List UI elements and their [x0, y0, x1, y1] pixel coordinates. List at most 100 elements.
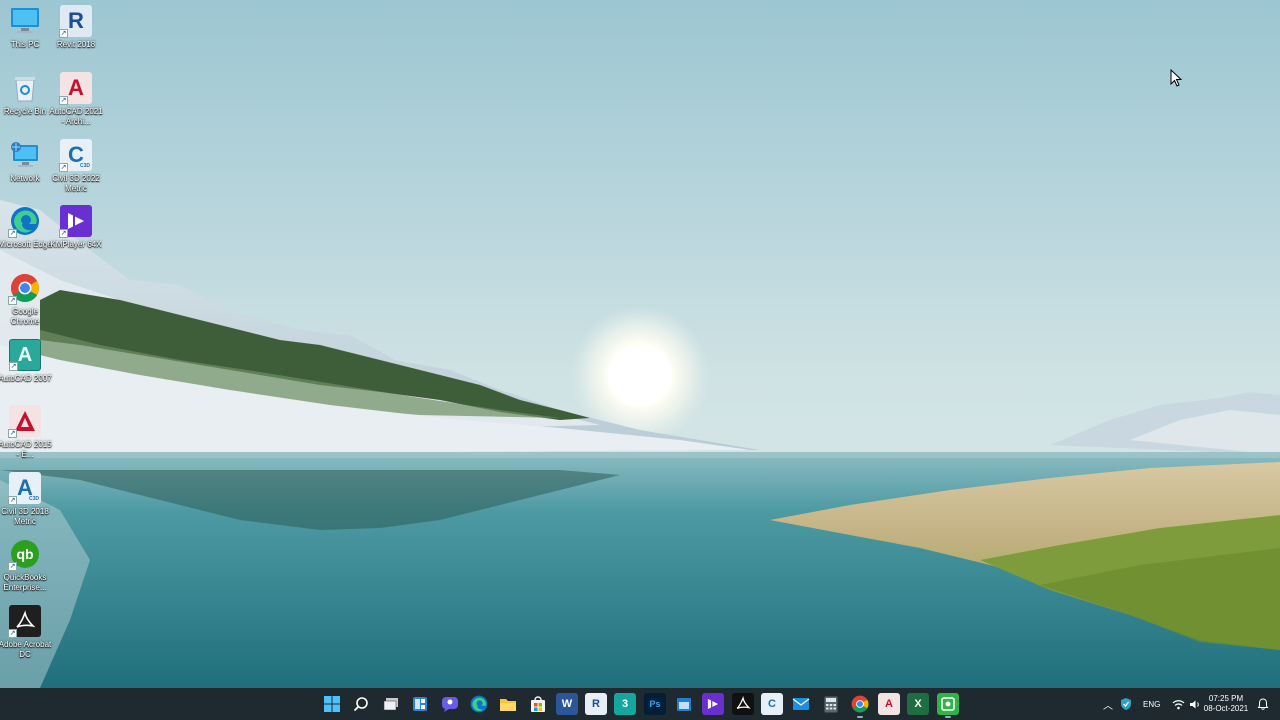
svg-text:qb: qb	[16, 546, 33, 562]
store-taskbar[interactable]	[527, 693, 549, 715]
chrome-icon: ↗	[8, 272, 41, 305]
photoshop-taskbar[interactable]: Ps	[644, 693, 666, 715]
chat-icon	[442, 697, 458, 712]
system-tray: ︿ ENG	[1101, 688, 1201, 720]
desktop-icon-label: AutoCAD 2007	[0, 374, 52, 383]
chrome-icon	[851, 695, 869, 713]
security-shield-icon[interactable]	[1119, 697, 1133, 711]
search-button[interactable]	[350, 693, 372, 715]
camtasia-taskbar[interactable]	[937, 693, 959, 718]
3dsmax-icon: 3	[621, 698, 629, 710]
desktop-icon-this-pc[interactable]: This PC	[0, 5, 51, 50]
kmplayer-icon: ↗	[59, 205, 92, 238]
word-taskbar[interactable]: W	[556, 693, 578, 715]
excel-icon: X	[914, 698, 922, 710]
desktop-icon-label: Microsoft Edge	[0, 240, 52, 249]
taskbar-clock[interactable]: 07:25 PM 08-Oct-2021	[1196, 694, 1256, 714]
kmplayer-icon	[707, 698, 719, 710]
3dsmax-taskbar[interactable]: 3	[614, 693, 636, 715]
show-hidden-icons-chevron-up-icon[interactable]: ︿	[1101, 697, 1115, 712]
quickbooks-icon: qb ↗	[8, 538, 41, 571]
desktop-icon-label: Civil 3D 2018 Metric	[1, 507, 49, 526]
edge-icon	[470, 695, 488, 713]
revit-icon: R	[592, 698, 600, 710]
acrobat-icon	[736, 696, 751, 709]
widgets-icon	[413, 697, 427, 711]
taskbar: W R 3 Ps C A X ︿ ENG 07:25 PM 08-Oct-202…	[0, 688, 1280, 720]
windows-logo-icon	[324, 696, 340, 712]
chat-button[interactable]	[439, 693, 461, 715]
desktop-icon-google-chrome[interactable]: ↗ Google Chrome	[0, 272, 51, 327]
wallpaper-landscape	[0, 0, 1280, 688]
desktop-icon-label: Revit 2018	[56, 40, 96, 49]
store-icon	[531, 696, 545, 712]
desktop-icon-label: AutoCAD 2021 - Archi...	[49, 107, 103, 126]
clock-time: 07:25 PM	[1208, 694, 1244, 703]
autocad-taskbar[interactable]: A	[878, 693, 900, 715]
desktop-icon-autocad-2007[interactable]: A ↗ AutoCAD 2007	[0, 339, 52, 384]
mail-icon	[792, 698, 810, 710]
notification-bell-icon[interactable]	[1257, 698, 1269, 710]
desktop-icon-label: Network	[10, 174, 40, 183]
revit-taskbar[interactable]: R	[585, 693, 607, 715]
desktop-icon-civil3d-2022[interactable]: C C3D ↗ Civil 3D 2022 Metric	[50, 139, 102, 194]
desktop-wallpaper	[0, 0, 1280, 688]
desktop-icon-label: KMPlayer 64X	[50, 240, 102, 249]
running-indicator	[945, 716, 951, 718]
search-icon	[353, 697, 368, 712]
calculator-taskbar[interactable]	[820, 693, 842, 715]
start-button[interactable]	[321, 693, 343, 715]
wifi-icon[interactable]	[1172, 699, 1185, 710]
edge-taskbar[interactable]	[468, 693, 490, 715]
revit-icon: R ↗	[59, 5, 92, 38]
autocad-2007-icon: A ↗	[9, 339, 41, 371]
autocad-icon: A ↗	[59, 72, 92, 105]
recycle-bin-icon	[9, 72, 41, 104]
desktop-icon-label: Recycle Bin	[3, 107, 47, 116]
acrobat-taskbar[interactable]	[732, 693, 754, 715]
clock-date: 08-Oct-2021	[1203, 704, 1249, 713]
excel-taskbar[interactable]: X	[907, 693, 929, 715]
civil3d-icon: C C3D ↗	[59, 139, 92, 172]
desktop-icon-adobe-acrobat[interactable]: ↗ Adobe Acrobat DC	[0, 605, 51, 660]
desktop-icon-autocad-2015[interactable]: ↗ AutoCAD 2015 - E...	[0, 405, 52, 460]
desktop-icon-network[interactable]: Network	[0, 139, 51, 184]
desktop-icon-label: This PC	[10, 40, 40, 49]
folder-icon	[500, 699, 516, 711]
desktop-icon-revit-2018[interactable]: R ↗ Revit 2018	[50, 5, 102, 50]
desktop-icon-microsoft-edge[interactable]: ↗ Microsoft Edge	[0, 205, 52, 250]
desktop-icon-quickbooks[interactable]: qb ↗ QuickBooks Enterprise...	[0, 538, 51, 593]
desktop-icon-recycle-bin[interactable]: Recycle Bin	[0, 72, 51, 117]
recorder-icon	[941, 697, 955, 711]
desktop-icon-civil3d-2018[interactable]: A C3D ↗ Civil 3D 2018 Metric	[0, 472, 51, 527]
calendar-taskbar[interactable]	[673, 693, 695, 715]
desktop-icon-label: Google Chrome	[10, 307, 40, 326]
task-view-icon	[383, 698, 398, 711]
network-icon	[9, 139, 41, 171]
desktop-icon-autocad-2021[interactable]: A ↗ AutoCAD 2021 - Archi...	[49, 72, 103, 127]
desktop-icon-label: AutoCAD 2015 - E...	[0, 440, 52, 459]
kmplayer-taskbar[interactable]	[702, 693, 724, 715]
chrome-taskbar[interactable]	[849, 693, 871, 718]
task-view-button[interactable]	[380, 693, 402, 715]
mail-taskbar[interactable]	[790, 693, 812, 715]
language-indicator[interactable]: ENG	[1143, 700, 1160, 709]
civil3d-icon: C	[768, 698, 776, 710]
computer-monitor-icon	[9, 5, 41, 37]
desktop-icon-label: Civil 3D 2022 Metric	[52, 174, 100, 193]
acrobat-icon: ↗	[8, 605, 41, 638]
edge-icon: ↗	[8, 205, 41, 238]
civil3d-taskbar[interactable]: C	[761, 693, 783, 715]
desktop-icon-label: QuickBooks Enterprise...	[3, 573, 47, 592]
widgets-button[interactable]	[409, 693, 431, 715]
photoshop-icon: Ps	[649, 699, 661, 709]
desktop-icon-label: Adobe Acrobat DC	[0, 640, 52, 659]
file-explorer-taskbar[interactable]	[497, 693, 519, 715]
calculator-icon	[824, 696, 838, 712]
desktop-icon-kmplayer[interactable]: ↗ KMPlayer 64X	[50, 205, 102, 250]
calendar-icon	[677, 698, 691, 711]
running-indicator	[857, 716, 863, 718]
autocad-icon: ↗	[8, 405, 41, 438]
civil3d-icon: A C3D ↗	[8, 472, 41, 505]
autocad-icon: A	[885, 698, 893, 710]
